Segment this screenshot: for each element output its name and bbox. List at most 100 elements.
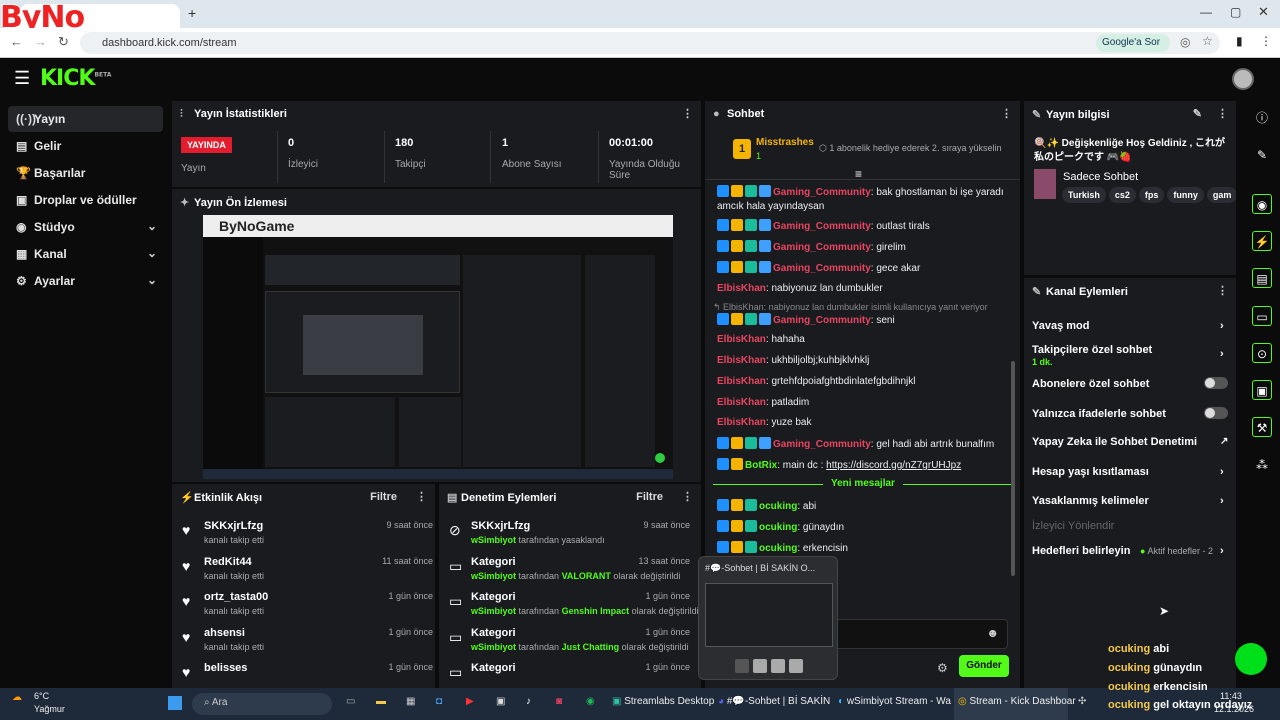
youtube-icon[interactable]: ▶ — [466, 696, 474, 712]
app-icon[interactable]: ▣ — [496, 696, 505, 712]
filter-button[interactable]: Filtre — [370, 491, 397, 503]
task-view-icon[interactable]: ▭ — [346, 696, 355, 712]
taskbar-search[interactable]: ⌕ Ara — [192, 693, 332, 715]
chat-badge-icon — [759, 185, 771, 197]
sidebar-item-droplar[interactable]: ▣ Droplar ve ödüller — [8, 187, 163, 213]
document-icon[interactable]: ▤ — [1252, 268, 1272, 288]
list-item: ⊘ SKKxjrLfzg wSimbiyot tarafından yasaklan… — [449, 520, 690, 545]
chevron-right-icon: › — [1220, 495, 1224, 507]
new-tab-icon[interactable]: + — [188, 5, 196, 21]
broadcast-icon[interactable]: ⊙ — [1252, 343, 1272, 363]
action-goals[interactable]: Hedefleri belirleyin ● Aktif hedefler - 2… — [1032, 545, 1224, 557]
streamlabs-icon[interactable]: ▣ Streamlabs Desktop — [612, 696, 714, 712]
taskbar-preview-popup[interactable]: #💬-Sohbet | Bİ SAKİN O... — [698, 556, 838, 680]
reload-icon[interactable]: ↻ — [58, 34, 69, 50]
kebab-menu-icon[interactable]: ⋮ — [416, 490, 427, 503]
action-subscribers-only: Abonelere özel sohbet — [1032, 378, 1150, 390]
forward-icon[interactable]: → — [34, 34, 47, 49]
send-button[interactable]: Gönder — [959, 655, 1009, 677]
bookmark-star-icon[interactable]: ☆ — [1202, 34, 1213, 48]
overlay-chat-line: ocuking gel oktayın ordayız — [1108, 699, 1253, 711]
action-followers-only[interactable]: Takipçilere özel sohbet 1 dk. › — [1032, 344, 1224, 368]
mouse-cursor: ➤ — [1159, 604, 1170, 618]
store-icon[interactable]: ▦ — [406, 696, 415, 712]
chrome-icon[interactable]: ◎ Stream - Kick Dashboar — [958, 696, 1076, 712]
discord-icon[interactable]: ◕ #💬-Sohbet | Bİ SAKİN — [718, 696, 830, 712]
subscribers-only-toggle[interactable] — [1204, 377, 1228, 389]
sidebar-item-ayarlar[interactable]: ⚙ Ayarlar ⌄ — [8, 268, 163, 294]
action-slow-mode[interactable]: Yavaş mod › — [1032, 320, 1224, 332]
chat-message: Gaming_Community: outlast tirals — [717, 219, 1017, 234]
layout-icon[interactable]: ▣ — [1252, 380, 1272, 400]
url-field[interactable]: dashboard.kick.com/stream — [80, 32, 1220, 54]
network-icon[interactable]: ✣ — [1078, 696, 1086, 712]
panel-header: ✎ Kanal Eylemleri ⋮ — [1032, 284, 1228, 298]
popup-thumbnail — [705, 583, 833, 647]
avatar[interactable] — [1232, 68, 1254, 90]
back-icon[interactable]: ← — [10, 34, 23, 49]
chat-icon[interactable]: ▭ — [1252, 306, 1272, 326]
status-dot — [1235, 643, 1267, 675]
action-account-age[interactable]: Hesap yaşı kısıtlaması › — [1032, 466, 1224, 478]
kebab-menu-icon[interactable]: ⋮ — [1001, 107, 1012, 120]
info-icon[interactable]: ⓘ — [1252, 108, 1272, 128]
google-ask-button[interactable]: Google'a Sor — [1096, 34, 1170, 52]
tag[interactable]: gam — [1206, 187, 1236, 203]
list-item: ♥ RedKit44 kanalı takip etti 11 saat önce — [182, 556, 433, 581]
action-banned-words[interactable]: Yasaklanmış kelimeler › — [1032, 495, 1224, 507]
stat-live: YAYINDA Yayın — [181, 137, 232, 174]
emotes-only-toggle[interactable] — [1204, 407, 1228, 419]
chat-badge-icon — [731, 313, 743, 325]
tiktok-icon[interactable]: ♪ — [526, 696, 531, 712]
close-icon[interactable]: ✕ — [1258, 4, 1269, 20]
chat-badge-icon — [731, 240, 743, 252]
kebab-menu-icon[interactable]: ⋮ — [1217, 284, 1228, 297]
kebab-menu-icon[interactable]: ⋮ — [682, 490, 693, 503]
pinned-sub-count: 1 — [756, 151, 762, 161]
extension-icon[interactable]: ▮ — [1236, 34, 1243, 48]
edge-icon[interactable]: ◐ wSimbiyot Stream - Wa — [838, 696, 951, 712]
bolt-icon[interactable]: ⚡ — [1252, 231, 1272, 251]
action-ai-moderation[interactable]: Yapay Zeka ile Sohbet Denetimi ↗ — [1032, 436, 1228, 448]
kebab-menu-icon[interactable]: ⋮ — [682, 107, 693, 120]
kebab-menu-icon[interactable]: ⋮ — [1217, 107, 1228, 120]
eye-off-icon[interactable]: ◎ — [1180, 35, 1190, 49]
tag[interactable]: cs2 — [1108, 187, 1136, 203]
minimize-icon[interactable]: — — [1200, 5, 1212, 19]
preview-video[interactable]: ByNoGame — [203, 215, 673, 479]
gear-icon[interactable]: ⚙ — [937, 661, 948, 675]
camera-icon[interactable]: ◉ — [1252, 194, 1272, 214]
spotify-icon[interactable]: ◉ — [586, 696, 595, 712]
shapes-icon[interactable]: ⁂ — [1252, 455, 1272, 475]
maximize-icon[interactable]: ▢ — [1230, 5, 1241, 19]
menu-dots-icon[interactable]: ⋮ — [1260, 34, 1272, 48]
reply-context: ↰ ElbisKhan: nabiyonuz lan dumbukler isi… — [713, 302, 988, 312]
tag[interactable]: funny — [1167, 187, 1204, 203]
sidebar-item-yayin[interactable]: ((·))Yayın — [8, 106, 163, 132]
preview-watermark: ByNoGame — [203, 215, 673, 237]
instagram-icon[interactable]: ◙ — [556, 696, 562, 712]
chat-message: ElbisKhan: grtehfdpoiafghtbdinlatefgbdih… — [717, 376, 916, 387]
chevron-right-icon: › — [1220, 348, 1224, 360]
sidebar-item-studyo[interactable]: ◉ Stüdyo ⌄ — [8, 214, 163, 240]
tag[interactable]: fps — [1138, 187, 1165, 203]
edit-icon[interactable]: ✎ — [1193, 107, 1202, 120]
list-item: ♥ belisses 1 gün önce — [182, 662, 433, 680]
chat-badge-icon — [759, 313, 771, 325]
outlook-icon[interactable]: ◘ — [436, 696, 442, 712]
sidebar-item-gelir[interactable]: ▤ Gelir — [8, 133, 163, 159]
filter-button[interactable]: Filtre — [636, 491, 663, 503]
chevron-down-icon: ⌄ — [146, 246, 157, 260]
emoji-icon[interactable]: ☻ — [986, 626, 999, 640]
sidebar-item-basarilar[interactable]: 🏆 Başarılar — [8, 160, 163, 186]
windows-start-icon[interactable] — [168, 696, 182, 710]
chat-link[interactable]: https://discord.gg/nZ7grUHJpz — [826, 460, 961, 471]
edit-icon[interactable]: ✎ — [1252, 145, 1272, 165]
kick-logo[interactable]: KICKBETA — [40, 66, 111, 91]
wrench-icon[interactable]: ⚒ — [1252, 417, 1272, 437]
chat-badge-icon — [731, 458, 743, 470]
sidebar-item-kanal[interactable]: ▦ Kanal ⌄ — [8, 241, 163, 267]
hamburger-icon[interactable]: ☰ — [14, 68, 30, 89]
explorer-icon[interactable]: ▬ — [376, 696, 386, 712]
tag[interactable]: Turkish — [1062, 187, 1106, 203]
